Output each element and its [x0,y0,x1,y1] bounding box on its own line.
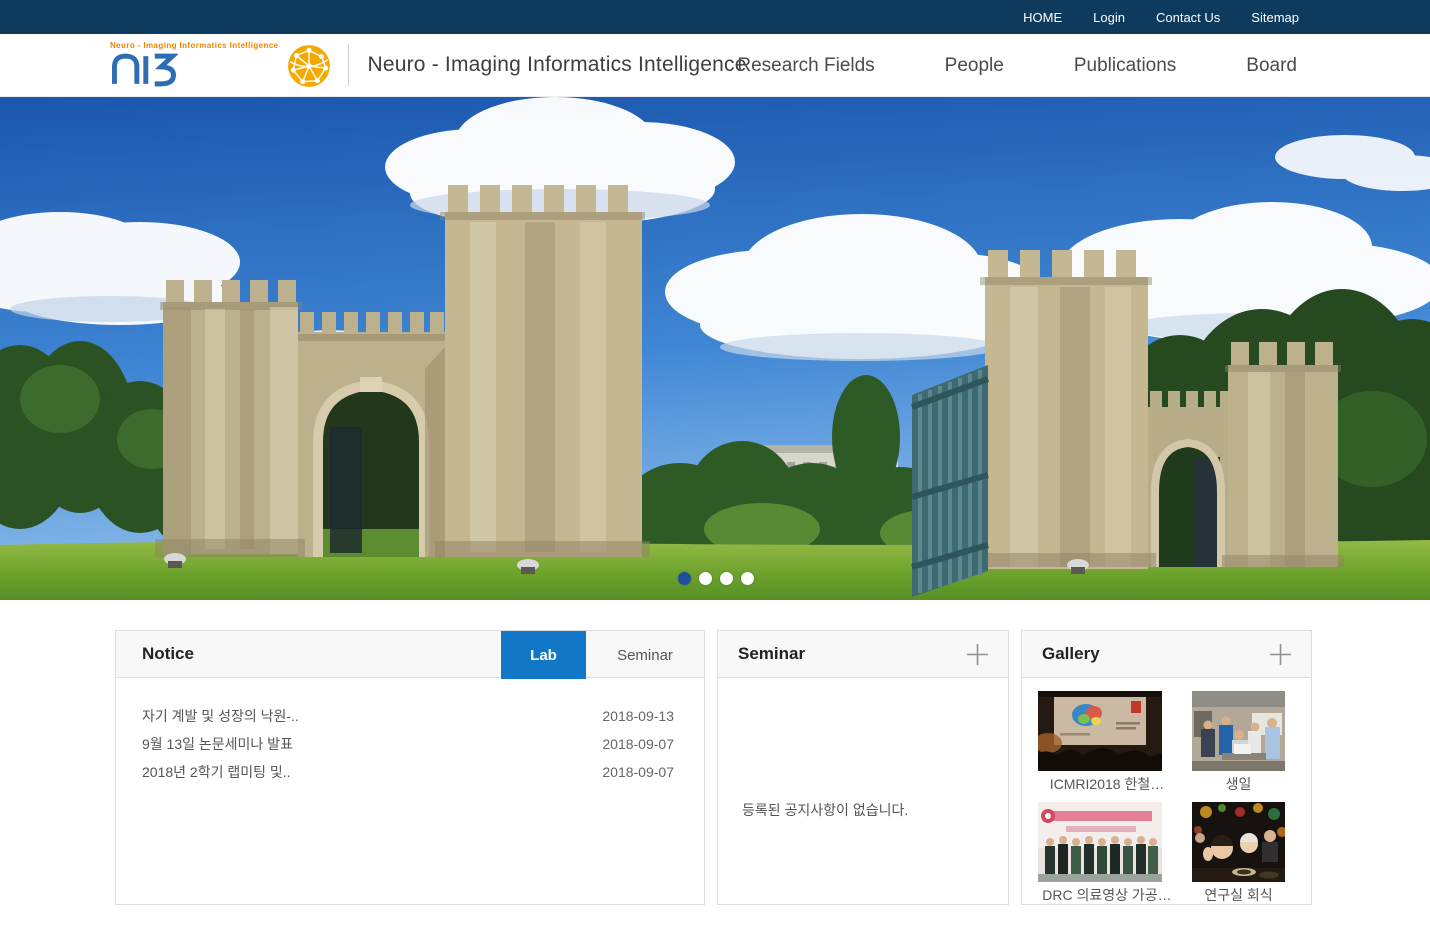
gallery-photo-drc-group [1038,802,1162,882]
notice-row-date: 2018-09-13 [602,708,674,724]
notice-list: 자기 계발 및 성장의 낙원-.. 2018-09-13 9월 13일 논문세미… [116,678,704,786]
carousel-dot-2[interactable] [699,572,712,585]
plus-icon [1267,641,1294,668]
gallery-caption: 생일 [1176,774,1301,794]
gallery-title: Gallery [1042,644,1100,664]
carousel-dot-3[interactable] [720,572,733,585]
topbar-link-sitemap[interactable]: Sitemap [1251,10,1299,25]
gallery-photo-icmri2018 [1038,691,1162,771]
gallery-add-button[interactable] [1265,639,1295,669]
gallery-panel: Gallery [1021,630,1312,905]
seminar-panel-header: Seminar [718,631,1008,678]
logo-tagline: Neuro - Imaging Informatics Intelligence [110,41,278,50]
content-area: Notice Lab Seminar 자기 계발 및 성장의 낙원-.. 201… [0,630,1430,905]
hero-photo-university-gate [0,97,1430,600]
nav-research-fields[interactable]: Research Fields [737,55,874,77]
ni3-logo-mark [110,51,178,89]
seminar-add-button[interactable] [962,639,992,669]
topbar-link-login[interactable]: Login [1093,10,1125,25]
globe-icon [286,43,332,89]
nav-board[interactable]: Board [1246,55,1297,77]
topbar: HOME Login Contact Us Sitemap [0,0,1430,34]
seminar-title: Seminar [738,644,805,664]
gallery-item[interactable]: 연구실 회식 [1176,802,1301,905]
tab-seminar[interactable]: Seminar [586,631,704,679]
gallery-grid: ICMRI2018 한철… [1022,678,1311,905]
seminar-panel: Seminar 등록된 공지사항이 없습니다. [717,630,1009,905]
site-title: Neuro - Imaging Informatics Intelligence [367,53,746,77]
topbar-link-home[interactable]: HOME [1023,10,1062,25]
gallery-panel-header: Gallery [1022,631,1311,678]
site-logo[interactable]: Neuro - Imaging Informatics Intelligence [110,41,332,89]
carousel-dots [678,572,754,585]
site-header: Neuro - Imaging Informatics Intelligence [0,34,1430,97]
gallery-item[interactable]: DRC 의료영상 가공… [1038,802,1176,905]
plus-icon [964,641,991,668]
seminar-empty-message: 등록된 공지사항이 없습니다. [742,800,1008,820]
nav-publications[interactable]: Publications [1074,55,1176,77]
hero-banner [0,97,1430,600]
nav-people[interactable]: People [945,55,1004,77]
notice-row-title: 9월 13일 논문세미나 발표 [142,734,293,754]
notice-row[interactable]: 2018년 2학기 랩미팅 및.. 2018-09-07 [142,758,674,786]
notice-title: Notice [142,644,194,664]
notice-row-title: 2018년 2학기 랩미팅 및.. [142,762,291,782]
header-divider [348,44,349,86]
carousel-dot-1[interactable] [678,572,691,585]
gallery-item[interactable]: ICMRI2018 한철… [1038,691,1176,794]
tab-lab[interactable]: Lab [501,631,586,679]
notice-panel-header: Notice Lab Seminar [116,631,704,678]
notice-row-date: 2018-09-07 [602,736,674,752]
notice-panel: Notice Lab Seminar 자기 계발 및 성장의 낙원-.. 201… [115,630,705,905]
gallery-caption: ICMRI2018 한철… [1038,774,1176,794]
notice-row-title: 자기 계발 및 성장의 낙원-.. [142,706,299,726]
notice-row-date: 2018-09-07 [602,764,674,780]
main-nav: Research Fields People Publications Boar… [737,34,1297,97]
notice-row[interactable]: 9월 13일 논문세미나 발표 2018-09-07 [142,730,674,758]
topbar-link-contact[interactable]: Contact Us [1156,10,1220,25]
notice-row[interactable]: 자기 계발 및 성장의 낙원-.. 2018-09-13 [142,702,674,730]
gallery-caption: 연구실 회식 [1176,885,1301,905]
gallery-caption: DRC 의료영상 가공… [1038,885,1176,905]
gallery-item[interactable]: 생일 [1176,691,1301,794]
gallery-photo-birthday [1192,691,1285,771]
iron-gate [912,365,988,597]
gallery-photo-lab-dinner [1192,802,1285,882]
carousel-dot-4[interactable] [741,572,754,585]
notice-tabs: Lab Seminar [501,631,704,678]
